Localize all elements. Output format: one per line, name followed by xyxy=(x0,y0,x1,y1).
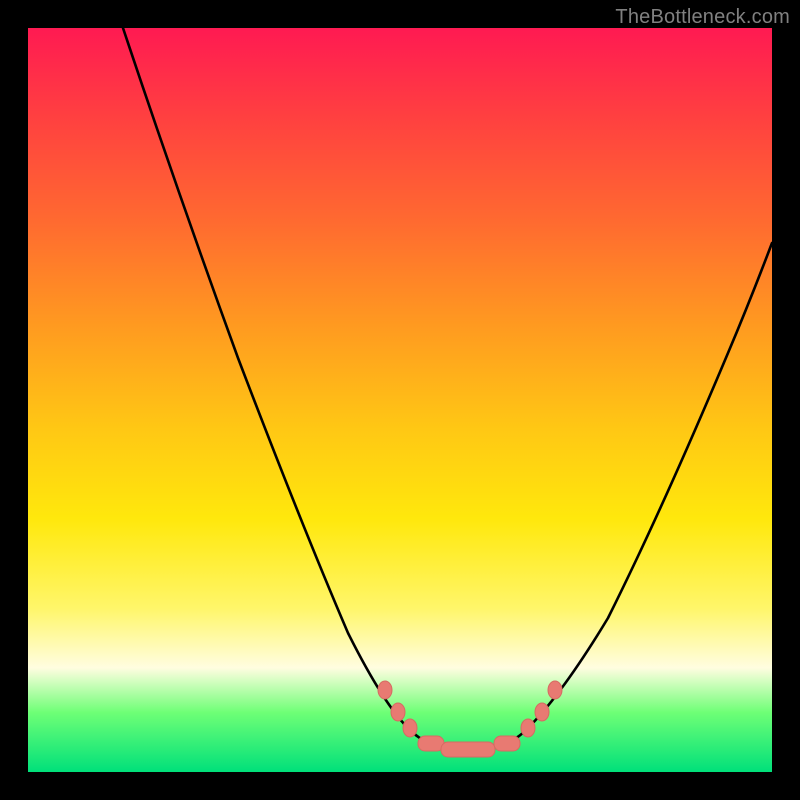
marker-pill xyxy=(441,742,495,757)
plot-gradient-area xyxy=(28,28,772,772)
marker-dot xyxy=(403,719,417,737)
curve-markers xyxy=(378,681,562,757)
bottleneck-curve-svg xyxy=(28,28,772,772)
marker-dot xyxy=(378,681,392,699)
chart-frame: TheBottleneck.com xyxy=(0,0,800,800)
marker-dot xyxy=(548,681,562,699)
bottleneck-curve-path xyxy=(123,28,772,750)
marker-dot xyxy=(521,719,535,737)
marker-pill xyxy=(418,736,444,751)
marker-dot xyxy=(391,703,405,721)
marker-dot xyxy=(535,703,549,721)
watermark-text: TheBottleneck.com xyxy=(615,6,790,29)
marker-pill xyxy=(494,736,520,751)
